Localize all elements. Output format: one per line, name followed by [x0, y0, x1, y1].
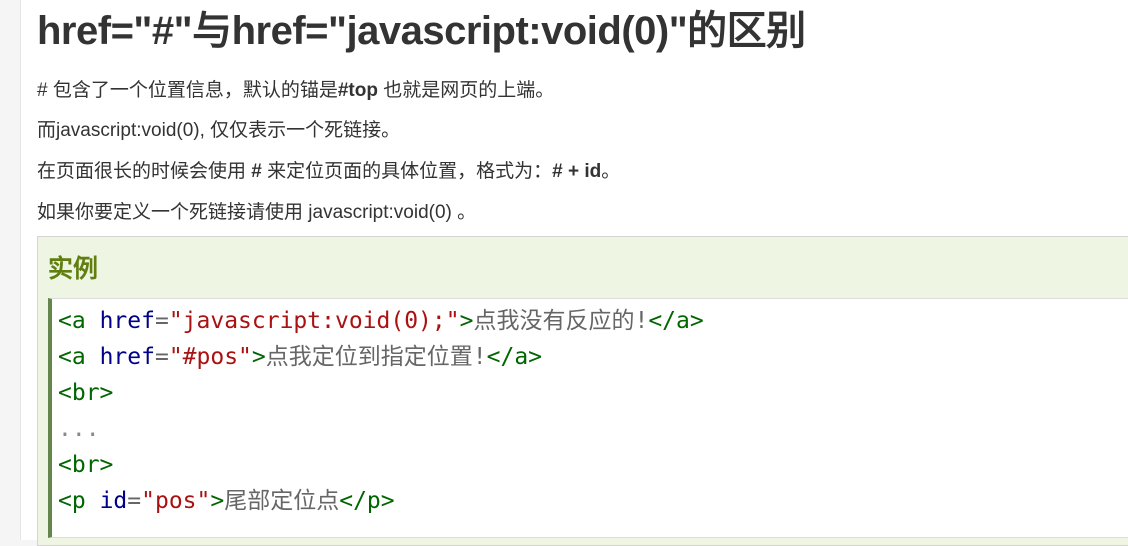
code-string: "#pos": [168, 344, 252, 370]
code-ellipsis: ...: [58, 416, 100, 442]
example-title: 实例: [48, 255, 99, 283]
code-text: 点我定位到指定位置!: [265, 344, 487, 370]
code-string: "javascript:void(0);": [168, 308, 460, 334]
code-line: <a href="javascript:void(0);">点我没有反应的!</…: [58, 303, 1128, 339]
paragraph-text: 来定位页面的具体位置，格式为：: [261, 161, 553, 182]
code-tag: <a: [58, 344, 86, 370]
paragraph-dead-link: 而javascript:void(0), 仅仅表示一个死链接。: [37, 120, 401, 141]
code-tag: <br>: [58, 452, 114, 478]
code-eq: =: [154, 344, 169, 370]
paragraph-anchor-info: # 包含了一个位置信息，默认的锚是#top 也就是网页的上端。: [37, 78, 554, 104]
code-text: 点我没有反应的!: [473, 308, 649, 334]
code-attr: id: [99, 488, 128, 514]
article-page: href="#"与href="javascript:void(0)"的区别 # …: [20, 0, 1128, 546]
paragraph-recommendation: 如果你要定义一个死链接请使用 javascript:void(0) 。: [37, 202, 477, 223]
bold-text: #: [251, 161, 262, 182]
code-line: <br>: [58, 447, 1128, 483]
code-tag: >: [459, 308, 474, 334]
code-line: <p id="pos">尾部定位点</p>: [58, 483, 1128, 519]
code-tag: </a>: [486, 344, 543, 370]
code-tag: <p: [58, 488, 86, 514]
paragraph-text: # 包含了一个位置信息，默认的锚是: [37, 80, 338, 101]
code-eq: =: [127, 488, 142, 514]
paragraph-text: 在页面很长的时候会使用: [37, 161, 252, 182]
code-tag: >: [210, 488, 225, 514]
paragraph-text: 也就是网页的上端。: [377, 80, 555, 101]
code-string: "pos": [141, 488, 211, 514]
code-attr: href: [99, 308, 155, 334]
example-box: 实例 <a href="javascript:void(0);">点我没有反应的…: [37, 236, 1128, 546]
code-tag: <a: [58, 308, 86, 334]
code-line: <a href="#pos">点我定位到指定位置!</a>: [58, 339, 1128, 375]
code-text: 尾部定位点: [224, 488, 340, 514]
code-tag: >: [251, 344, 266, 370]
code-tag: <br>: [58, 380, 114, 406]
page-title: href="#"与href="javascript:void(0)"的区别: [37, 9, 806, 53]
bold-text: #top: [337, 80, 378, 101]
code-line: <br>: [58, 375, 1128, 411]
code-tag: </p>: [339, 488, 395, 514]
code-attr: href: [99, 344, 155, 370]
code-line: ...: [58, 411, 1128, 447]
code-eq: =: [154, 308, 169, 334]
paragraph-text: 。: [601, 161, 621, 182]
code-tag: </a>: [648, 308, 704, 334]
bold-text: # + id: [552, 161, 602, 182]
code-block[interactable]: <a href="javascript:void(0);">点我没有反应的!</…: [48, 298, 1128, 538]
paragraph-positioning: 在页面很长的时候会使用 # 来定位页面的具体位置，格式为：# + id。: [37, 159, 620, 185]
